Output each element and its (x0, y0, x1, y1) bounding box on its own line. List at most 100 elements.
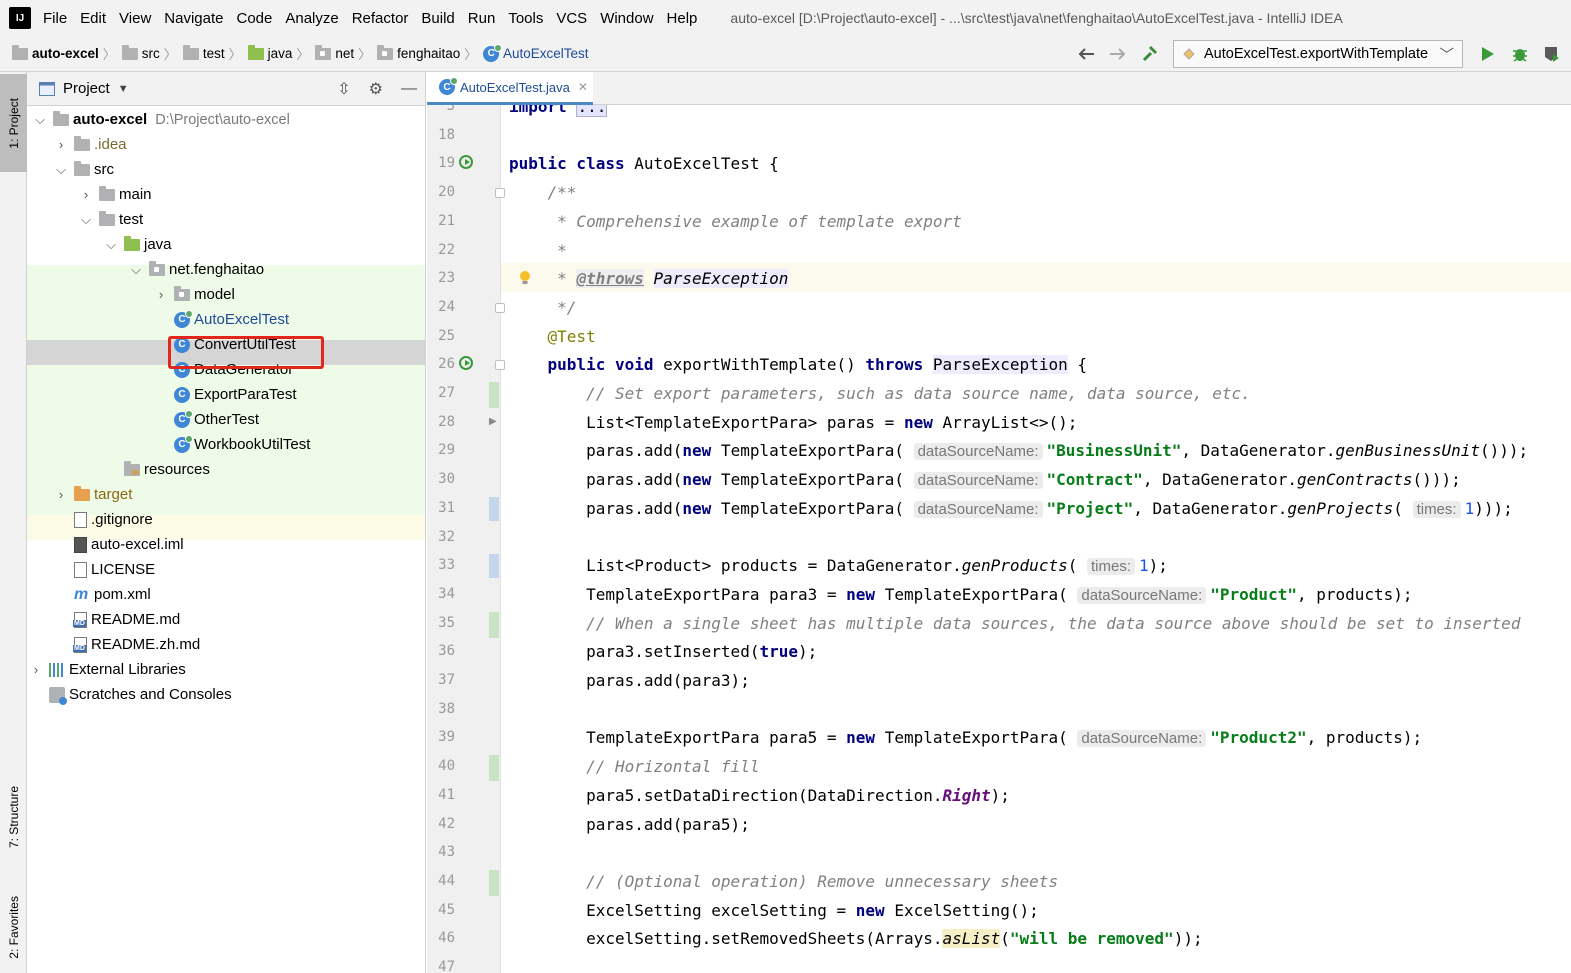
code-line[interactable]: public class AutoExcelTest { (509, 149, 779, 178)
code-line[interactable]: paras.add(new TemplateExportPara( dataSo… (509, 465, 1461, 494)
code-line[interactable]: excelSetting.setRemovedSheets(Arrays.asL… (509, 924, 1203, 953)
code-area[interactable]: import ... public class AutoExcelTest { /… (501, 105, 1571, 973)
code-line[interactable]: * Comprehensive example of template expo… (509, 207, 962, 236)
breadcrumb-java[interactable]: java 〉 (247, 44, 309, 63)
code-editor[interactable]: 3 18 19 20 21 22 23 24 25 26 27 28 29 30 31 32 33 34 35 36 3… (427, 105, 1571, 973)
tree-item-test[interactable]: ⌵ test (27, 207, 425, 232)
breadcrumb-fenghaitao[interactable]: fenghaitao 〉 (377, 44, 477, 63)
code-line[interactable]: * (509, 236, 567, 265)
tree-item-autoexceltest[interactable]: C AutoExcelTest (27, 307, 425, 332)
menu-tools[interactable]: Tools (508, 10, 543, 27)
run-test-icon[interactable] (459, 356, 475, 372)
build-button[interactable] (1137, 41, 1163, 67)
tree-item-src[interactable]: ⌵ src (27, 157, 425, 182)
tool-window-project-tab[interactable]: 1: Project (0, 74, 27, 172)
tree-item-auto-excel-iml[interactable]: auto-excel.iml (27, 532, 425, 557)
code-line[interactable]: */ (509, 293, 576, 322)
menu-navigate[interactable]: Navigate (164, 10, 223, 27)
tree-item-pom-xml[interactable]: m pom.xml (27, 582, 425, 607)
tree-item-external-libraries[interactable]: › External Libraries (27, 657, 425, 682)
menu-file[interactable]: File (43, 10, 67, 27)
code-line[interactable]: public void exportWithTemplate() throws … (509, 350, 1087, 379)
minimize-icon[interactable]: — (401, 80, 417, 98)
code-line[interactable]: // When a single sheet has multiple data… (509, 609, 1520, 638)
chevron-right-icon[interactable]: › (154, 287, 168, 302)
breadcrumb-src[interactable]: src 〉 (121, 44, 177, 63)
code-line[interactable]: paras.add(para3); (509, 666, 750, 695)
tree-item-java[interactable]: ⌵ java (27, 232, 425, 257)
forward-button[interactable] (1105, 41, 1131, 67)
menu-analyze[interactable]: Analyze (285, 10, 338, 27)
code-line[interactable]: // Horizontal fill (509, 752, 759, 781)
tool-window-favorites-tab[interactable]: 2: Favorites (0, 884, 27, 970)
gear-icon[interactable]: ⚙ (369, 79, 383, 99)
code-line[interactable]: // Set export parameters, such as data s… (509, 379, 1251, 408)
menu-vcs[interactable]: VCS (556, 10, 587, 27)
back-button[interactable] (1073, 41, 1099, 67)
lightbulb-icon[interactable] (519, 270, 531, 286)
tree-item-exportparatest[interactable]: C ExportParaTest (27, 382, 425, 407)
tree-item-target[interactable]: › target (27, 482, 425, 507)
tree-item-net-fenghaitao[interactable]: ⌵ net.fenghaitao (27, 257, 425, 282)
code-line[interactable]: ExcelSetting excelSetting = new ExcelSet… (509, 896, 1039, 925)
menu-refactor[interactable]: Refactor (352, 10, 409, 27)
code-line[interactable]: para5.setDataDirection(DataDirection.Rig… (509, 781, 1010, 810)
code-line[interactable]: paras.add(new TemplateExportPara( dataSo… (509, 436, 1528, 465)
tree-item-license[interactable]: LICENSE (27, 557, 425, 582)
code-line[interactable]: /** (509, 178, 577, 207)
code-line[interactable]: List<Product> products = DataGenerator.g… (509, 551, 1168, 580)
code-line[interactable]: para3.setInserted(true); (509, 637, 817, 666)
run-button[interactable] (1475, 41, 1501, 67)
breadcrumb-test[interactable]: test 〉 (182, 44, 242, 63)
tree-item-scratches[interactable]: Scratches and Consoles (27, 682, 425, 707)
menu-view[interactable]: View (119, 10, 151, 27)
tree-item-auto-excel[interactable]: ⌵ auto-excel D:\Project\auto-excel (27, 107, 425, 132)
chevron-right-icon[interactable]: › (54, 137, 68, 152)
breadcrumb-auto-excel[interactable]: auto-excel 〉 (12, 44, 116, 63)
breadcrumb-net[interactable]: net 〉 (315, 44, 371, 63)
tree-item-main[interactable]: › main (27, 182, 425, 207)
code-line[interactable]: TemplateExportPara para5 = new TemplateE… (509, 723, 1422, 752)
menu-code[interactable]: Code (236, 10, 272, 27)
tree-item-model[interactable]: › model (27, 282, 425, 307)
breadcrumb-autoexceltest[interactable]: C AutoExcelTest (483, 43, 589, 62)
menu-help[interactable]: Help (667, 10, 698, 27)
code-line[interactable]: @Test (509, 322, 596, 351)
tree-item-othertest[interactable]: C OtherTest (27, 407, 425, 432)
menu-build[interactable]: Build (421, 10, 454, 27)
chevron-down-icon[interactable]: ⌵ (54, 162, 68, 178)
code-line[interactable]: paras.add(para5); (509, 810, 750, 839)
menu-window[interactable]: Window (600, 10, 653, 27)
tree-item-readme-md[interactable]: README.md (27, 607, 425, 632)
menu-edit[interactable]: Edit (80, 10, 106, 27)
collapse-all-icon[interactable]: ⇳ (337, 79, 350, 99)
menu-run[interactable]: Run (468, 10, 496, 27)
run-test-icon[interactable] (459, 155, 475, 171)
tree-item-readme-zh-md[interactable]: README.zh.md (27, 632, 425, 657)
project-panel-title[interactable]: Project (63, 80, 110, 97)
code-line[interactable]: * @throws ParseException (509, 264, 789, 293)
chevron-right-icon[interactable]: › (79, 187, 93, 202)
chevron-down-icon[interactable]: ⌵ (129, 262, 143, 278)
chevron-down-icon[interactable]: ⌵ (104, 237, 118, 253)
tool-window-structure-tab[interactable]: 7: Structure (0, 772, 27, 862)
tree-item-gitignore[interactable]: .gitignore (27, 507, 425, 532)
chevron-right-icon[interactable]: › (54, 487, 68, 502)
close-icon[interactable]: ✕ (578, 80, 588, 94)
code-line[interactable]: List<TemplateExportPara> paras = new Arr… (509, 408, 1077, 437)
chevron-down-icon[interactable]: ▼ (118, 83, 129, 95)
tab-autoexceltest-java[interactable]: C AutoExcelTest.java ✕ (427, 72, 593, 105)
tree-item-resources[interactable]: resources (27, 457, 425, 482)
coverage-button[interactable] (1539, 41, 1565, 67)
chevron-down-icon[interactable]: ⌵ (33, 112, 47, 128)
code-line[interactable]: // (Optional operation) Remove unnecessa… (509, 867, 1058, 896)
tree-item-idea[interactable]: › .idea (27, 132, 425, 157)
chevron-right-icon[interactable]: › (29, 662, 43, 677)
code-line[interactable]: TemplateExportPara para3 = new TemplateE… (509, 580, 1413, 609)
chevron-down-icon[interactable]: ⌵ (79, 212, 93, 228)
code-line[interactable]: import ... (509, 105, 608, 121)
debug-button[interactable] (1507, 41, 1533, 67)
code-line[interactable]: paras.add(new TemplateExportPara( dataSo… (509, 494, 1513, 523)
tree-item-workbookutiltest[interactable]: C WorkbookUtilTest (27, 432, 425, 457)
run-configuration-select[interactable]: AutoExcelTest.exportWithTemplate ﹀ (1173, 40, 1463, 68)
